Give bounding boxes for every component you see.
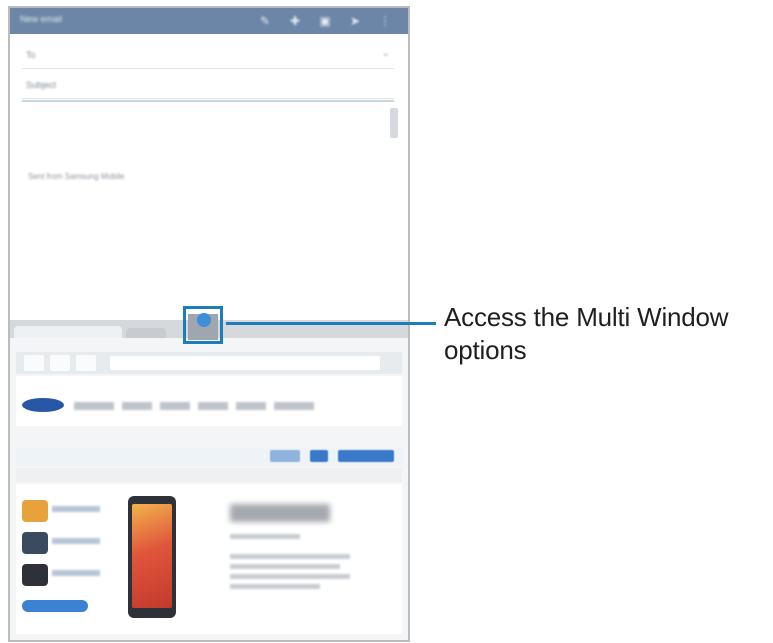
send-icon[interactable]: ➤ [348, 14, 362, 28]
url-field[interactable] [110, 356, 380, 370]
nav-pill[interactable] [310, 450, 328, 462]
product-description-line [230, 534, 300, 539]
email-title: New email [20, 14, 63, 24]
menu-item[interactable] [74, 402, 114, 410]
promo-thumbnail[interactable] [22, 532, 48, 554]
email-signature: Sent from Samsung Mobile [28, 172, 125, 181]
attach-icon[interactable]: ✚ [288, 14, 302, 28]
editor-toolbar-rule [22, 100, 394, 102]
menu-item[interactable] [160, 402, 190, 410]
subject-label: Subject [26, 80, 57, 90]
forward-button[interactable] [50, 355, 70, 371]
shop-now-button[interactable] [22, 600, 88, 612]
nav-pill[interactable] [270, 450, 300, 462]
product-description-line [230, 584, 320, 589]
callout-label: Access the Multi Window options [444, 302, 729, 365]
browser-window [10, 338, 408, 640]
to-field[interactable]: To ⌄ [22, 44, 394, 69]
menu-item[interactable] [122, 402, 152, 410]
promo-text [52, 506, 100, 512]
promo-thumbnail[interactable] [22, 564, 48, 586]
product-description-line [230, 554, 350, 559]
buy-button[interactable] [338, 450, 394, 462]
menu-item[interactable] [236, 402, 266, 410]
menu-item[interactable] [198, 402, 228, 410]
scrollbar[interactable] [390, 108, 398, 138]
to-label: To [26, 50, 36, 60]
home-button[interactable] [76, 355, 96, 371]
back-button[interactable] [24, 355, 44, 371]
callout-line [226, 322, 436, 325]
image-icon[interactable]: ▣ [318, 14, 332, 28]
phone-screen-image [132, 504, 172, 608]
samsung-logo [22, 398, 64, 412]
product-description-line [230, 564, 340, 569]
product-tabs[interactable] [16, 468, 402, 482]
promo-text [52, 570, 100, 576]
subject-field[interactable]: Subject [22, 74, 394, 99]
email-compose-window: New email ✎ ✚ ▣ ➤ ⋮ To ⌄ Subject Sent fr… [10, 8, 408, 320]
callout-highlight-box [183, 306, 223, 344]
site-header [16, 376, 402, 426]
product-title [230, 504, 330, 522]
chevron-down-icon[interactable]: ⌄ [382, 48, 390, 59]
menu-item[interactable] [274, 402, 314, 410]
email-action-bar: New email ✎ ✚ ▣ ➤ ⋮ [10, 8, 408, 34]
promo-thumbnail[interactable] [22, 500, 48, 522]
product-description-line [230, 574, 350, 579]
more-icon[interactable]: ⋮ [378, 14, 392, 28]
promo-text [52, 538, 100, 544]
pencil-icon[interactable]: ✎ [258, 14, 272, 28]
